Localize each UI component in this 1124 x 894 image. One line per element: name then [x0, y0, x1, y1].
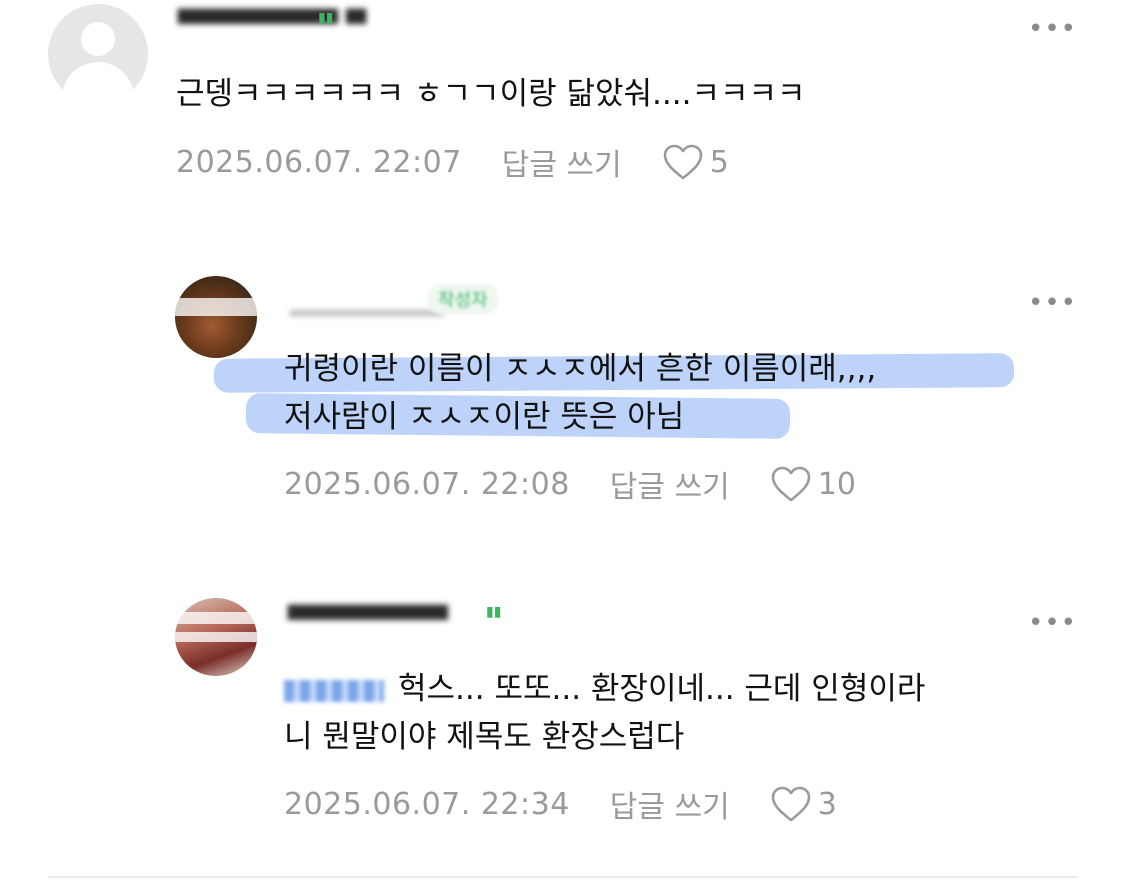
- heart-icon: [663, 144, 703, 180]
- green-mark-icon: ▮▮: [318, 10, 334, 26]
- comment-meta: 2025.06.07. 22:07 답글 쓰기 5: [176, 140, 729, 184]
- nickname-blurred[interactable]: ▀▀▀▀▀▀▀▀ ▀: [178, 10, 366, 40]
- nickname-blurred[interactable]: ▂▂▂▂▂▂▂▂▂▂: [290, 292, 444, 316]
- like-button[interactable]: 5: [662, 143, 729, 181]
- default-avatar-icon[interactable]: [48, 4, 148, 104]
- reply-button[interactable]: 답글 쓰기: [502, 140, 622, 184]
- reply-button[interactable]: 답글 쓰기: [610, 782, 730, 826]
- comment-date: 2025.06.07. 22:34: [284, 786, 570, 822]
- author-badge: 작성자: [428, 284, 498, 314]
- comment-meta: 2025.06.07. 22:34 답글 쓰기 3: [284, 782, 837, 826]
- comment-text: 근뎅ㅋㅋㅋㅋㅋㅋ ㅎㄱㄱ이랑 닮았숴....ㅋㅋㅋㅋ: [176, 76, 806, 112]
- more-icon[interactable]: •••: [1028, 608, 1077, 638]
- mention-tag-blurred[interactable]: [284, 679, 384, 702]
- green-mark-icon: ▮▮: [486, 604, 502, 620]
- comment-text-line-2: 저사람이 ㅈㅅㅈ이란 뜻은 아님: [284, 399, 685, 435]
- like-button[interactable]: 3: [770, 785, 837, 823]
- more-icon[interactable]: •••: [1028, 14, 1077, 44]
- profile-avatar[interactable]: [175, 598, 257, 676]
- comment-text-line-1: 헉스... 또또... 환장이네... 근데 인형이라: [284, 664, 925, 714]
- heart-icon: [771, 786, 811, 822]
- comment-text-line-2: 니 뭔말이야 제목도 환장스럽다: [284, 719, 685, 755]
- reply-button[interactable]: 답글 쓰기: [610, 462, 730, 506]
- nickname-blurred[interactable]: ▀▀▀▀▀▀▀▀: [288, 606, 448, 636]
- like-count: 5: [709, 144, 729, 180]
- comment-date: 2025.06.07. 22:08: [284, 466, 570, 502]
- more-icon[interactable]: •••: [1028, 288, 1077, 318]
- profile-avatar[interactable]: [175, 276, 257, 358]
- like-count: 10: [817, 466, 856, 502]
- heart-icon: [771, 466, 811, 502]
- like-count: 3: [817, 786, 837, 822]
- comment-text: 헉스... 또또... 환장이네... 근데 인형이라: [398, 671, 926, 707]
- like-button[interactable]: 10: [770, 465, 856, 503]
- comment-date: 2025.06.07. 22:07: [176, 144, 462, 180]
- comment-meta: 2025.06.07. 22:08 답글 쓰기 10: [284, 462, 856, 506]
- comment-text-line-1: 귀령이란 이름이 ㅈㅅㅈ에서 흔한 이름이래,,,,: [284, 351, 877, 387]
- divider: [48, 876, 1078, 878]
